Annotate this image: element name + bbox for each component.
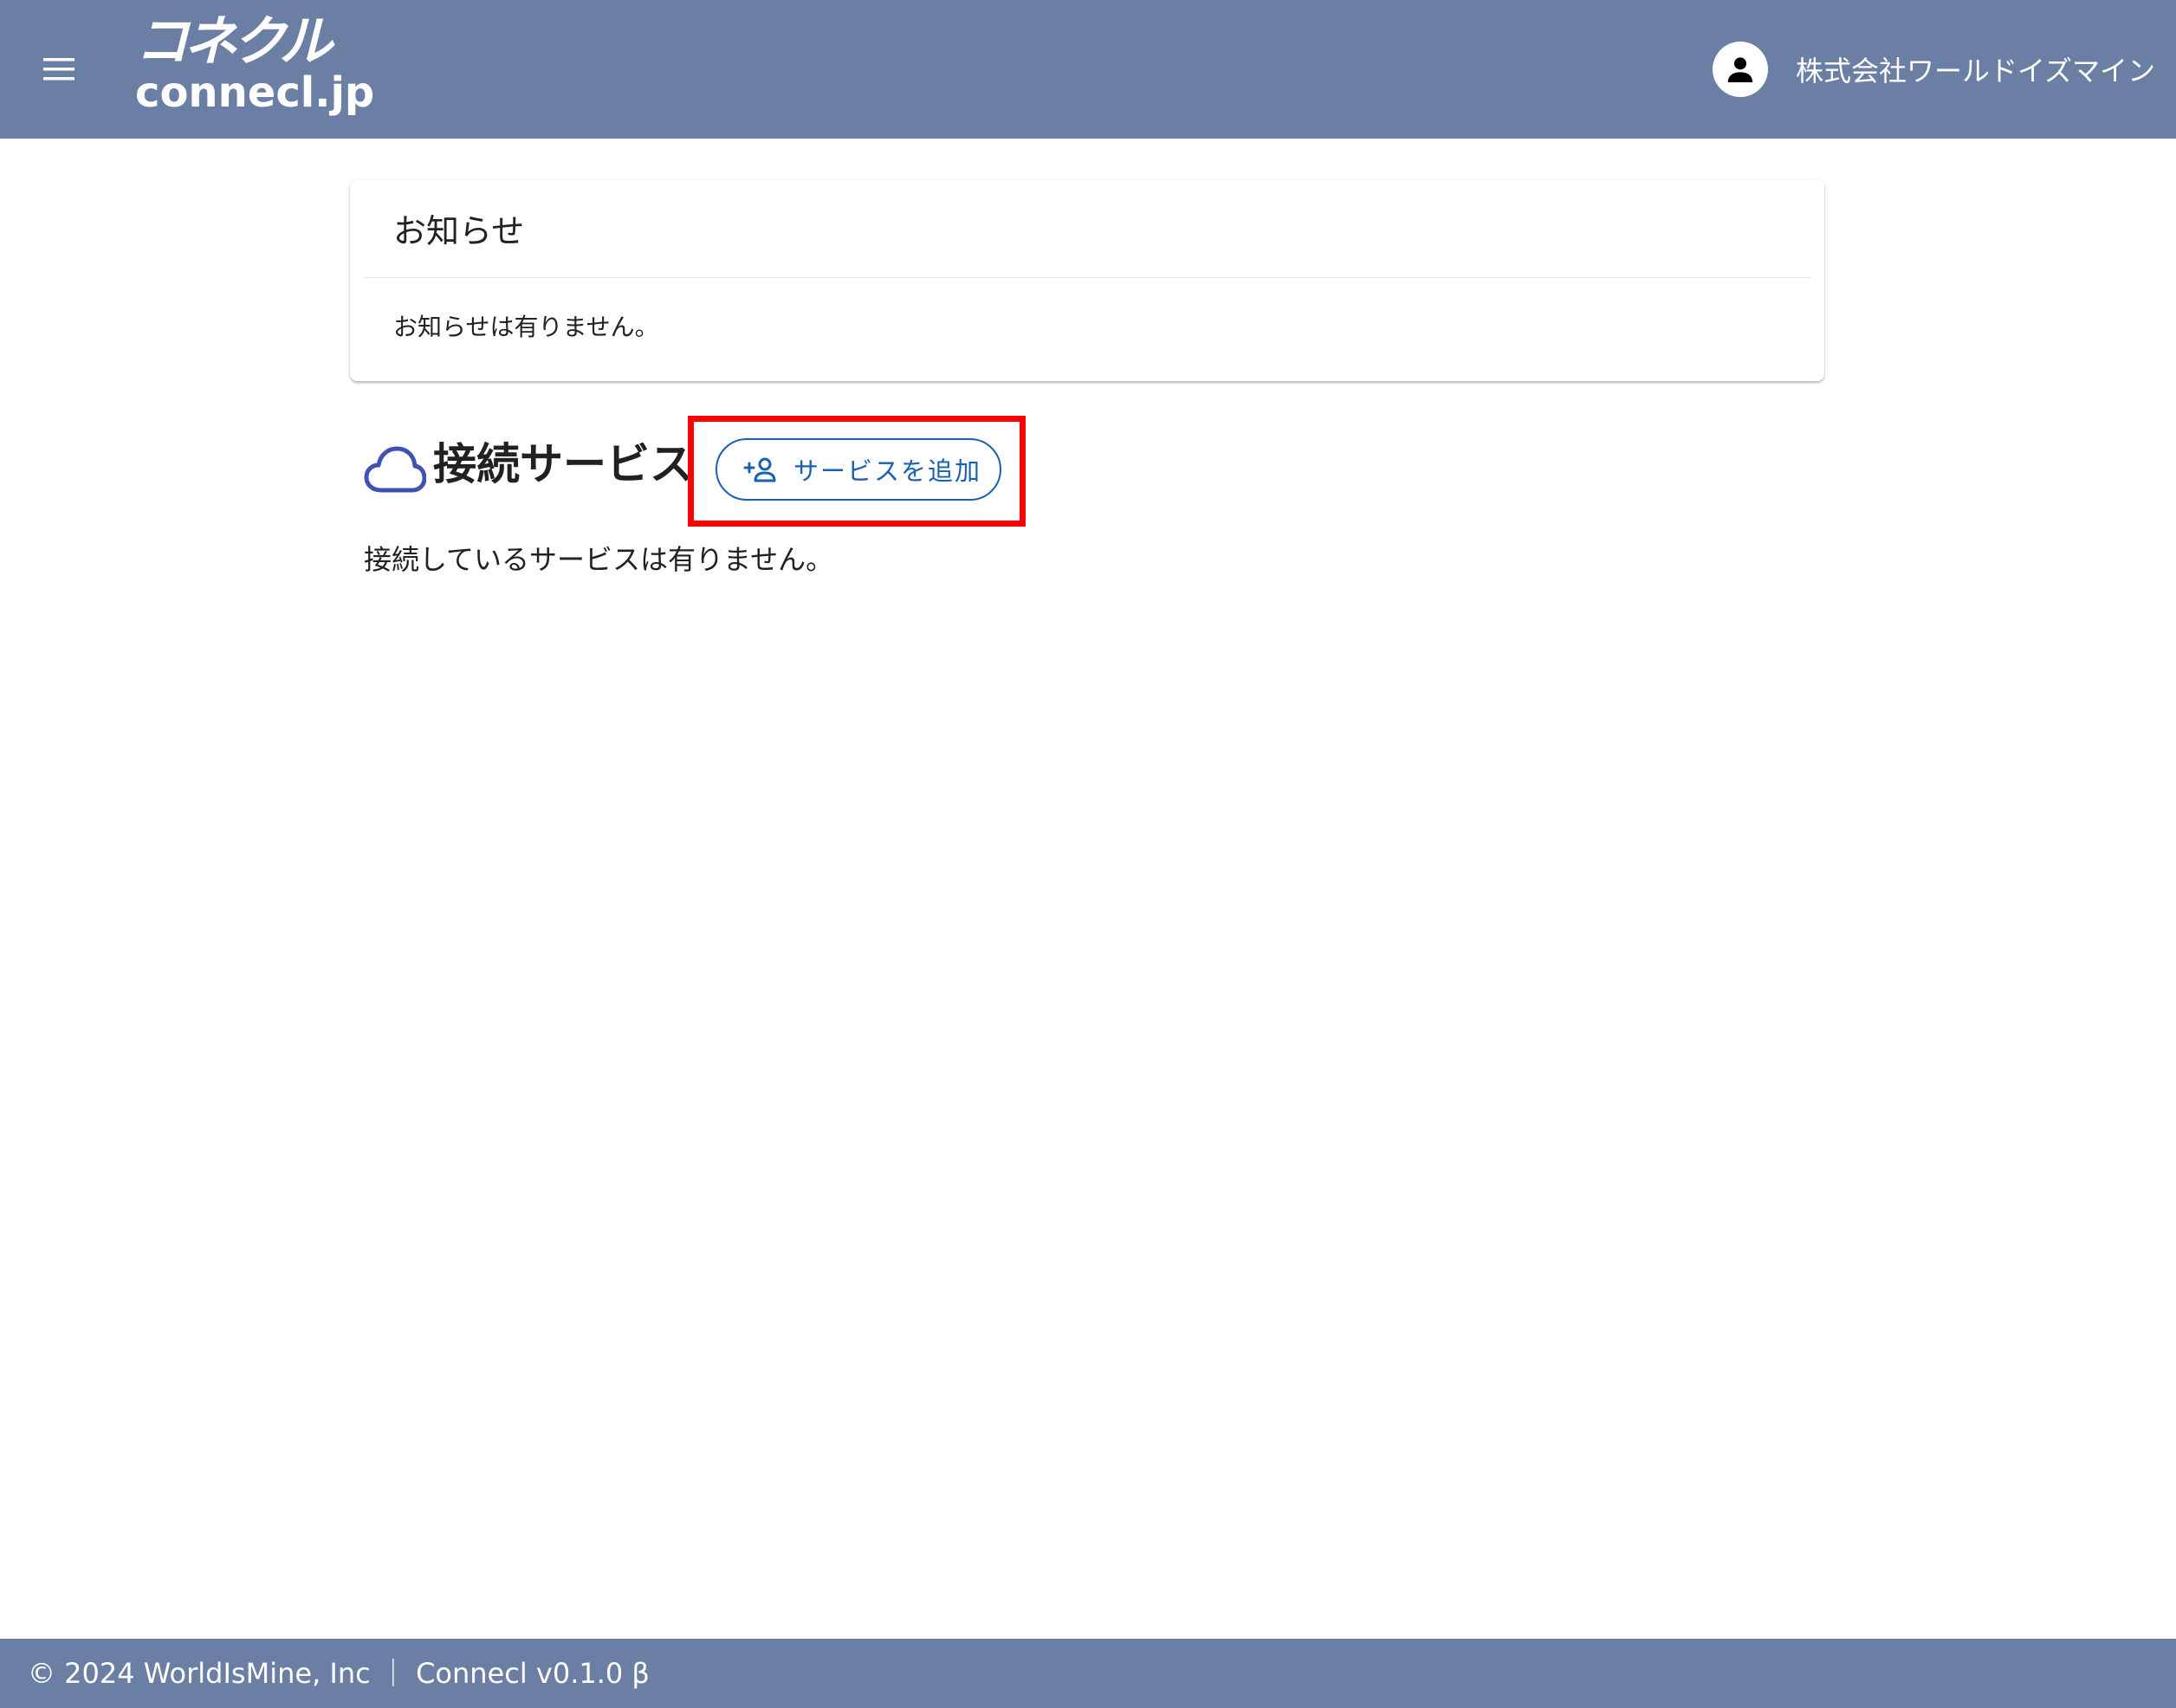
avatar (1712, 42, 1768, 97)
notice-title: お知らせ (393, 212, 525, 250)
person-add-icon (743, 457, 776, 482)
cloud-icon (364, 446, 426, 493)
add-service-button[interactable]: サービスを追加 (716, 438, 1001, 501)
add-service-label: サービスを追加 (793, 456, 982, 486)
menu-icon (43, 58, 74, 81)
divider (364, 277, 1810, 278)
app-bar: コネクル connecl.jp 株式会社ワールドイズマイン (0, 0, 2176, 139)
logo-kana: コネクル (135, 10, 333, 73)
logo-latin: connecl.jp (135, 68, 375, 117)
company-name: 株式会社ワールドイズマイン (1795, 55, 2155, 87)
notice-empty-text: お知らせは有りません。 (393, 313, 659, 341)
menu-button[interactable] (28, 35, 90, 104)
footer: © 2024 WorldIsMine, Inc ｜ Connecl v0.1.0… (0, 1639, 2176, 1708)
notice-card: お知らせ お知らせは有りません。 (350, 180, 1824, 381)
footer-text: © 2024 WorldIsMine, Inc ｜ Connecl v0.1.0… (28, 1657, 650, 1690)
logo[interactable]: コネクル connecl.jp (135, 10, 386, 117)
account-icon (1727, 57, 1753, 82)
services-title: 接続サービス (433, 439, 693, 489)
account-menu[interactable]: 株式会社ワールドイズマイン (1712, 38, 2155, 100)
services-empty-text: 接続しているサービスは有りません。 (364, 543, 834, 576)
